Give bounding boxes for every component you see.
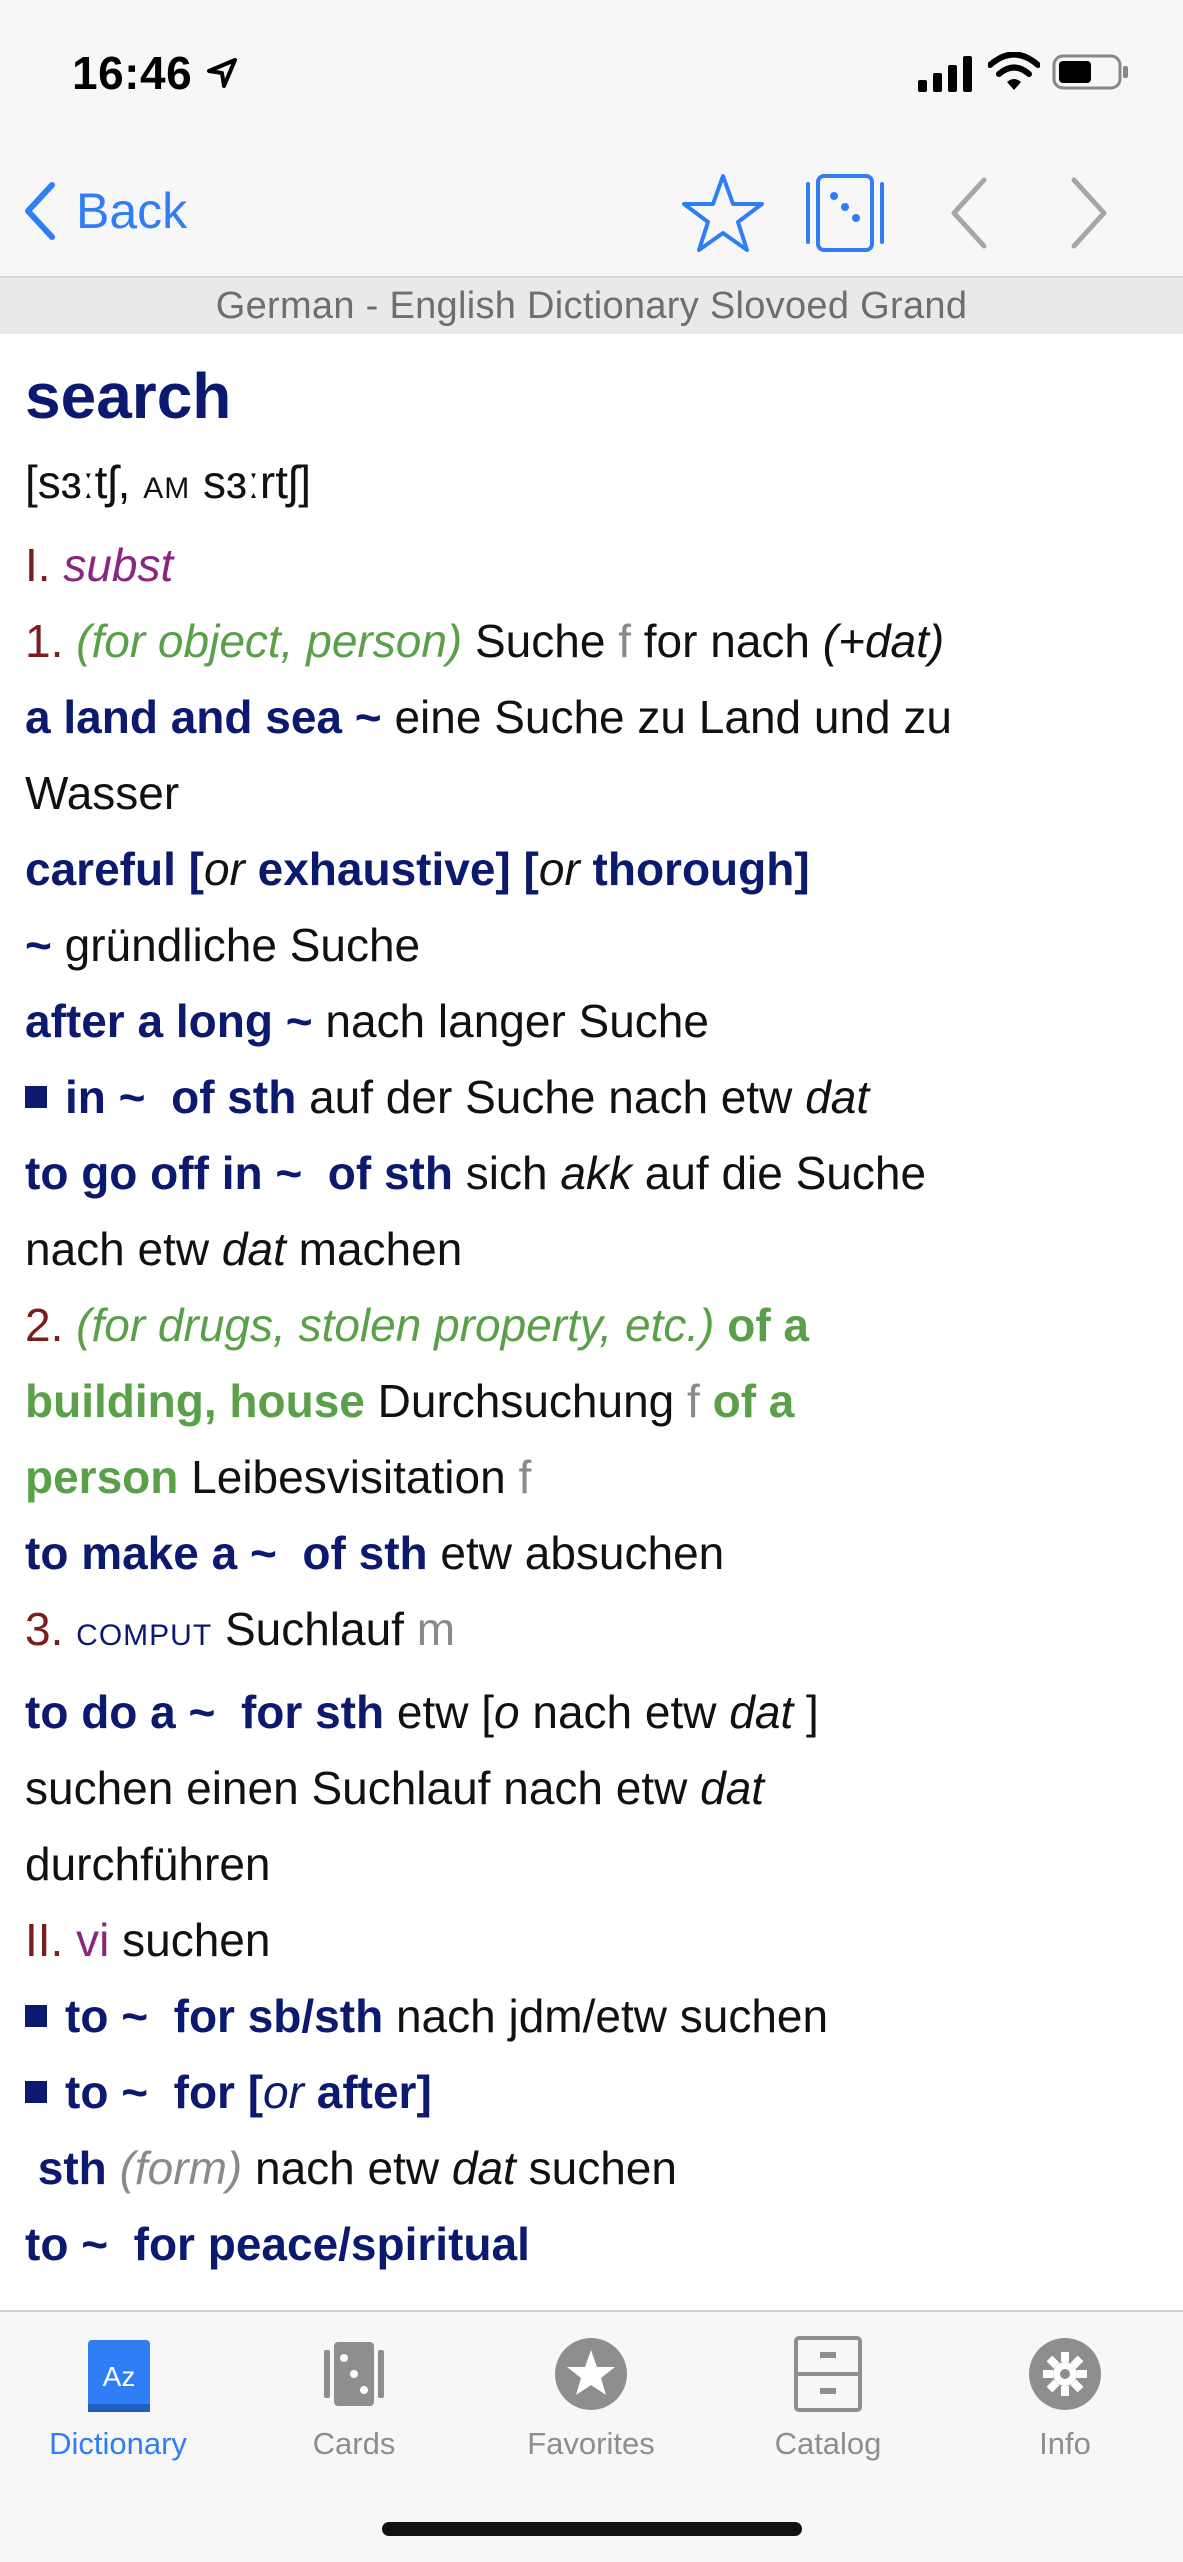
example: to ~ for peace/spiritual [25,2218,530,2270]
dictionary-name: German - English Dictionary Slovoed Gran… [0,278,1183,334]
idiom-marker-icon [25,2080,47,2103]
sense-2-continued: person Leibesvisitation f [25,1451,532,1503]
translation-link[interactable]: Durchsuchung [378,1375,675,1427]
info-icon [1029,2338,1101,2410]
chevron-left-icon [25,182,55,240]
example: after a long ~ nach langer Suche [25,995,709,1047]
tab-catalog[interactable]: Catalog [710,2328,946,2462]
example: careful [or exhaustive] [or thorough] [25,843,810,895]
example-continued: Wasser [25,767,180,819]
part-of-speech-noun: I. subst [25,539,174,591]
sense-2-continued: building, house Durchsuchung f of a [25,1375,795,1427]
idiom-marker-icon [25,1085,47,1108]
sense-2: 2. (for drugs, stolen property, etc.) of… [25,1299,810,1351]
location-arrow-icon [207,58,237,88]
example: to go off in ~ of sth sich akk auf die S… [25,1147,927,1199]
idiom: in ~ of sth auf der Suche nach etw dat [25,1059,1165,1135]
status-bar: 16:46 [0,0,1183,150]
example-continued: nach etw dat machen [25,1223,463,1275]
star-icon[interactable] [680,170,766,256]
back-button[interactable]: Back [22,178,187,244]
example-continued: durchführen [25,1838,271,1890]
pronunciation: [sɜːtʃ, AM sɜːrtʃ] [25,456,311,508]
idiom: to ~ for sb/sth nach jdm/etw suchen [25,1978,1165,2054]
tab-dictionary[interactable]: Az Dictionary [0,2328,236,2462]
tab-favorites[interactable]: Favorites [473,2328,709,2462]
status-time: 16:46 [72,47,193,99]
back-label: Back [76,183,188,239]
home-indicator[interactable] [382,2522,802,2536]
example: to make a ~ of sth etw absuchen [25,1527,725,1579]
dictionary-entry: search [sɜːtʃ, AM sɜːrtʃ] I. subst 1. (f… [25,350,1165,2282]
wifi-icon [988,52,1040,90]
svg-text:Az: Az [103,2361,136,2392]
flashcard-icon[interactable] [804,170,886,256]
idiom: to ~ for [or after] [25,2054,1165,2130]
battery-icon [1052,54,1128,90]
dictionary-icon: Az [88,2340,150,2412]
favorites-icon [555,2338,627,2410]
translation-link[interactable]: suchen [122,1914,270,1966]
translation-link[interactable]: Suche [475,615,605,667]
example: to do a ~ for sth etw [o nach etw dat ] [25,1686,819,1738]
catalog-icon [794,2336,862,2412]
part-of-speech-verb: II. vi suchen [25,1914,271,1966]
translation-link[interactable]: Suchlauf [225,1603,404,1655]
cards-icon [324,2342,384,2406]
example-continued: ~ gründliche Suche [25,919,421,971]
idiom-continued: sth (form) nach etw dat suchen [37,2142,677,2194]
idiom-marker-icon [25,2004,47,2027]
previous-arrow-icon[interactable] [944,170,994,256]
tab-cards[interactable]: Cards [236,2328,472,2462]
headword: search [25,360,232,432]
sense-1: 1. (for object, person) Suche f for nach… [25,615,945,667]
navigation-bar: Back [0,150,1183,278]
example-continued: suchen einen Suchlauf nach etw dat [25,1762,765,1814]
example: a land and sea ~ eine Suche zu Land und … [25,691,953,743]
translation-link[interactable]: Leibesvisitation [191,1451,506,1503]
tab-info[interactable]: Info [947,2328,1183,2462]
next-arrow-icon[interactable] [1064,170,1114,256]
cellular-signal-icon [918,56,972,92]
sense-3: 3. COMPUT Suchlauf m [25,1603,456,1655]
